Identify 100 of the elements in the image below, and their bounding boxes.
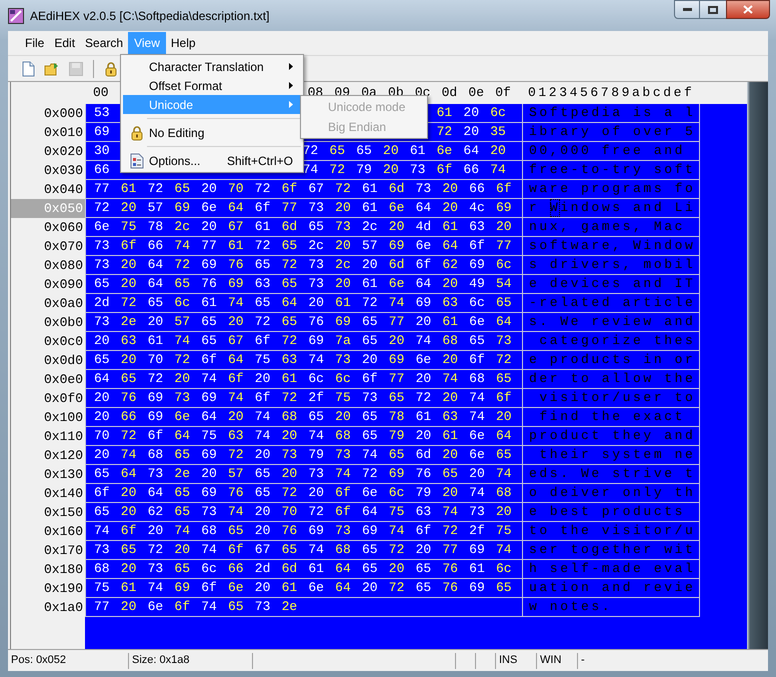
hex-byte: 63 [254, 275, 272, 293]
hex-byte: 74 [388, 522, 406, 540]
row-offset[interactable]: 0x000 [11, 104, 85, 123]
menu-item[interactable]: Character Translation [123, 57, 301, 76]
row-offset[interactable]: 0x0b0 [11, 313, 85, 332]
hex-byte: 74 [174, 237, 191, 255]
row-offset[interactable]: 0x0a0 [11, 294, 85, 313]
hex-byte: 6f [254, 199, 272, 217]
hex-byte: 76 [416, 465, 432, 483]
hex-byte: 65 [442, 465, 459, 483]
hex-byte: 64 [282, 294, 298, 312]
hex-byte: 69 [308, 332, 325, 350]
row-offset[interactable]: 0x030 [11, 161, 85, 180]
hex-byte: 74 [228, 503, 245, 521]
hex-byte: 20 [335, 275, 352, 293]
hex-byte: 20 [308, 484, 325, 502]
menu-item[interactable]: Search [80, 32, 128, 54]
row-offset[interactable]: 0x120 [11, 446, 85, 465]
row-offset[interactable]: 0x040 [11, 180, 85, 199]
hex-byte: 64 [148, 484, 164, 502]
hex-byte: 74 [201, 598, 218, 616]
hex-byte: 72 [254, 313, 272, 331]
hex-byte: 72 [308, 503, 325, 521]
status-text: Pos: 0x052 [11, 653, 66, 668]
hex-byte: 20 [388, 218, 406, 236]
hex-byte: 62 [442, 256, 459, 274]
hex-byte: 6f [201, 351, 218, 369]
hex-byte: 65 [254, 256, 272, 274]
hex-byte: 61 [228, 237, 245, 255]
row-offset[interactable]: 0x1a0 [11, 598, 85, 617]
row-offset[interactable]: 0x0d0 [11, 351, 85, 370]
hex-byte: 72 [120, 427, 138, 445]
hex-byte: 20 [496, 503, 513, 521]
hex-byte: 69 [148, 408, 164, 426]
minimize-button[interactable] [674, 0, 700, 19]
hex-byte: 6f [469, 237, 486, 255]
row-offset[interactable]: 0x0e0 [11, 370, 85, 389]
hex-byte: 65 [174, 560, 191, 578]
hex-byte: 69 [228, 275, 245, 293]
hex-byte: 70 [228, 180, 245, 198]
hex-byte: 73 [308, 199, 325, 217]
submenu-arrow-icon [289, 101, 293, 108]
hex-byte: 64 [496, 427, 513, 445]
hex-byte: 6f [335, 484, 352, 502]
close-button[interactable] [726, 0, 770, 19]
menu-item[interactable]: Help [166, 32, 201, 54]
hex-byte: 20 [148, 313, 164, 331]
hex-byte: 77 [94, 598, 111, 616]
row-offset[interactable]: 0x080 [11, 256, 85, 275]
hex-byte: 64 [228, 351, 245, 369]
row-offset[interactable]: 0x020 [11, 142, 85, 161]
hex-byte: 75 [496, 522, 513, 540]
menu-item[interactable]: No Editing [123, 123, 301, 142]
maximize-button[interactable] [700, 0, 726, 19]
hex-byte: 64 [228, 199, 245, 217]
row-offset[interactable]: 0x110 [11, 427, 85, 446]
row-offset[interactable]: 0x190 [11, 579, 85, 598]
row-offset[interactable]: 0x070 [11, 237, 85, 256]
ascii-text: 00,000 free and [529, 142, 686, 160]
menu-item[interactable]: Edit [49, 32, 80, 54]
hex-byte: 65 [120, 541, 138, 559]
hex-byte: 20 [362, 579, 379, 597]
hex-byte: 73 [174, 389, 191, 407]
hex-byte: 68 [201, 522, 218, 540]
row-offset[interactable]: 0x090 [11, 275, 85, 294]
row-offset[interactable]: 0x180 [11, 560, 85, 579]
hex-byte: 20 [174, 541, 191, 559]
hex-byte: 72 [174, 256, 191, 274]
row-offset[interactable]: 0x140 [11, 484, 85, 503]
row-offset[interactable]: 0x100 [11, 408, 85, 427]
row-offset[interactable]: 0x0c0 [11, 332, 85, 351]
hex-byte: 20 [120, 484, 138, 502]
hex-byte: 20 [442, 446, 459, 464]
row-offset[interactable]: 0x130 [11, 465, 85, 484]
ascii-text: nux, games, Mac [529, 218, 686, 236]
row-offset[interactable]: 0x0f0 [11, 389, 85, 408]
row-offset[interactable]: 0x170 [11, 541, 85, 560]
row-offset[interactable]: 0x010 [11, 123, 85, 142]
menu-item[interactable]: File [20, 32, 50, 54]
menu-item[interactable]: Options... Shift+Ctrl+O [123, 151, 301, 170]
hex-byte: 72 [120, 294, 138, 312]
hex-byte: 74 [302, 161, 320, 179]
ascii-text: s. We review and [529, 313, 696, 331]
hex-byte: 65 [282, 313, 298, 331]
row-offset[interactable]: 0x150 [11, 503, 85, 522]
hex-byte: 20 [416, 370, 432, 388]
hex-byte: 75 [201, 427, 218, 445]
row-offset[interactable]: 0x160 [11, 522, 85, 541]
ascii-text: r [529, 199, 540, 217]
hex-byte: 68 [335, 427, 352, 445]
hex-byte: 65 [254, 484, 272, 502]
hex-byte: 73 [410, 161, 426, 179]
hex-byte: 20 [490, 142, 507, 160]
row-offset[interactable]: 0x060 [11, 218, 85, 237]
menu-item[interactable]: Offset Format [123, 76, 301, 95]
hex-byte: 20 [335, 408, 352, 426]
hex-byte: 74 [308, 541, 325, 559]
hex-byte: 72 [388, 579, 406, 597]
hex-byte: 72 [282, 256, 298, 274]
hex-byte: 72 [388, 541, 406, 559]
